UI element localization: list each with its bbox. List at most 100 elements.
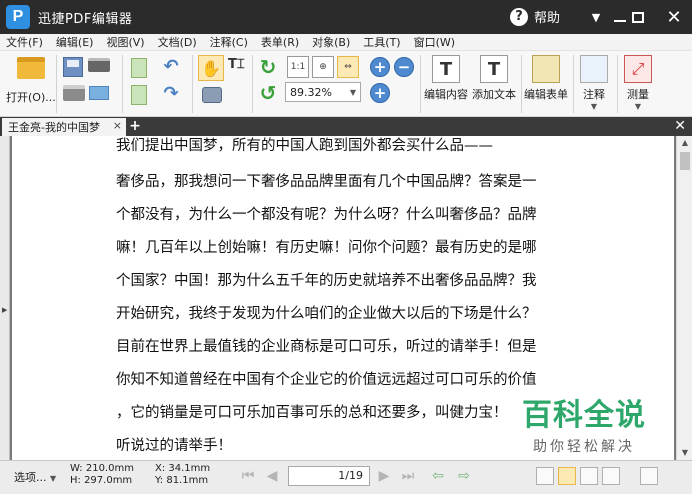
toolbar-divider	[252, 55, 253, 113]
scan-icon[interactable]	[88, 58, 110, 72]
annotate-button[interactable]: 注释 ▼	[580, 55, 608, 111]
options-select[interactable]: 选项... ▼	[14, 469, 56, 485]
continuous-facing-view-icon[interactable]	[602, 467, 620, 485]
help-icon: ?	[510, 7, 528, 26]
edit-form-button[interactable]: 编辑表单	[524, 55, 568, 102]
text-line: 目前在世界上最值钱的企业商标是可口可乐，听过的请举手！但是	[116, 339, 537, 355]
close-button[interactable]: ✕	[656, 0, 692, 34]
menu-tools[interactable]: 工具(T)	[363, 34, 400, 50]
page-number-input[interactable]: 1/19	[288, 466, 370, 486]
ruler-icon: ⤢	[624, 55, 652, 83]
zoom-value: 89.32%	[290, 85, 332, 99]
tab-document[interactable]: 王金亮-我的中国梦 ×	[2, 118, 126, 136]
menu-view[interactable]: 视图(V)	[106, 34, 144, 50]
undo-icon[interactable]: ↶	[160, 58, 182, 76]
zoom-in-icon[interactable]: +	[370, 57, 390, 77]
menu-form[interactable]: 表单(R)	[261, 34, 299, 50]
back-view-icon[interactable]: ⇦	[428, 466, 448, 486]
open-button[interactable]: 打开(O)...	[6, 57, 56, 105]
text-select-icon[interactable]: T⌶	[228, 57, 250, 79]
text-line: 个都没有，为什么一个都没有呢？为什么呀？什么叫奢侈品？品牌	[116, 207, 537, 223]
print-icon[interactable]	[63, 85, 85, 101]
open-label: 打开(O)...	[6, 91, 56, 104]
add-text-button[interactable]: T 添加文本	[472, 55, 516, 102]
help-label: 帮助	[534, 11, 561, 26]
text-line: 开始研究，我终于发现为什么咱们的企业做大以后的下场是什么？	[116, 306, 537, 322]
new-tab-icon[interactable]: +	[128, 119, 142, 134]
save-icon[interactable]	[63, 57, 83, 77]
zoom-select[interactable]: 89.32% ▼	[285, 82, 361, 102]
forward-view-icon[interactable]: ⇨	[454, 466, 474, 486]
tab-close-icon[interactable]: ×	[113, 119, 122, 132]
toolbar: 打开(O)... ↶ ↷ ✋ T⌶ ↻ ↺ 1:1 ⊕ ⇔ 89.32% ▼ +…	[0, 51, 692, 117]
title-bar: P 迅捷PDF编辑器 ? 帮助 ▼ ✕	[0, 0, 692, 34]
text-line: 听说过的请举手！	[116, 438, 232, 454]
snapshot-icon[interactable]	[202, 87, 222, 103]
rotate-clockwise-icon[interactable]: ↻	[258, 57, 278, 77]
app-title: 迅捷PDF编辑器	[38, 11, 133, 27]
last-page-icon[interactable]: ⏭	[398, 466, 418, 486]
side-panel-toggle[interactable]: ▶	[0, 136, 10, 460]
page-width: W: 210.0mm	[70, 463, 134, 474]
toolbar-divider	[617, 55, 618, 113]
facing-view-icon[interactable]	[580, 467, 598, 485]
text-line: 奢侈品，那我想问一下奢侈品品牌里面有几个中国品牌？答案是一	[116, 174, 537, 190]
watermark-brand: 百科全说	[522, 398, 646, 433]
single-page-view-icon[interactable]	[536, 467, 554, 485]
zoom-tool-icon[interactable]: +	[370, 83, 390, 103]
chevron-down-icon: ▼	[590, 102, 598, 111]
previous-page-icon[interactable]	[131, 58, 147, 78]
next-page-nav-icon[interactable]: ▶	[374, 466, 394, 486]
rotate-counterclockwise-icon[interactable]: ↺	[258, 83, 278, 103]
toolbar-divider	[56, 55, 57, 113]
maximize-icon	[632, 11, 644, 23]
chevron-down-icon: ▼	[591, 10, 601, 24]
email-icon[interactable]	[89, 86, 109, 100]
folder-icon	[16, 57, 45, 79]
hand-tool-icon[interactable]: ✋	[198, 55, 224, 81]
page-height: H: 297.0mm	[70, 475, 133, 486]
text-line: 嘛！几百年以上创始嘛！有历史嘛！问你个问题？最有历史的是哪	[116, 240, 537, 256]
scroll-thumb[interactable]	[680, 152, 690, 170]
help-button[interactable]: ? 帮助	[510, 7, 560, 26]
menu-edit[interactable]: 编辑(E)	[56, 34, 94, 50]
fit-width-icon[interactable]: ⇔	[337, 56, 359, 78]
toolbar-divider	[573, 55, 574, 113]
cursor-coordinates: X: 34.1mm Y: 81.1mm	[155, 463, 210, 487]
app-logo-icon: P	[6, 5, 30, 29]
fit-page-icon[interactable]: ⊕	[312, 56, 334, 78]
page-size-readout: W: 210.0mm H: 297.0mm	[70, 463, 134, 487]
annotation-icon	[580, 55, 608, 83]
edit-content-icon: T	[432, 55, 460, 83]
prev-page-icon[interactable]: ◀	[262, 466, 282, 486]
form-icon	[532, 55, 560, 83]
scroll-up-icon[interactable]: ▲	[677, 136, 692, 150]
actual-size-icon[interactable]: 1:1	[287, 56, 309, 78]
text-line: 你知不知道曾经在中国有个企业它的价值远远超过可口可乐的价值	[116, 372, 537, 388]
menu-document[interactable]: 文档(D)	[158, 34, 197, 50]
menu-window[interactable]: 窗口(W)	[414, 34, 455, 50]
chevron-down-icon: ▼	[349, 87, 356, 97]
toolbar-divider	[420, 55, 421, 113]
cursor-x: X: 34.1mm	[155, 463, 211, 474]
menu-comment[interactable]: 注释(C)	[210, 34, 248, 50]
continuous-view-icon[interactable]	[558, 467, 576, 485]
close-all-tabs-icon[interactable]: ✕	[674, 118, 686, 134]
status-bar: 选项... ▼ W: 210.0mm H: 297.0mm X: 34.1mm …	[0, 460, 692, 494]
text-line: 个国家？中国！那为什么五千年的历史就培养不出奢侈品品牌？我	[116, 273, 537, 289]
menu-object[interactable]: 对象(B)	[312, 34, 350, 50]
add-text-icon: T	[480, 55, 508, 83]
redo-icon[interactable]: ↷	[160, 85, 182, 103]
text-line: 我们提出中国梦，所有的中国人跑到国外都会买什么品——	[116, 138, 493, 154]
scroll-down-icon[interactable]: ▼	[677, 446, 692, 460]
maximize-button[interactable]	[620, 0, 656, 34]
next-page-icon[interactable]	[131, 85, 147, 105]
menu-file[interactable]: 文件(F)	[6, 34, 43, 50]
zoom-out-icon[interactable]: −	[394, 57, 414, 77]
measure-button[interactable]: ⤢ 测量 ▼	[624, 55, 652, 111]
first-page-icon[interactable]: ⏮	[238, 466, 258, 486]
vertical-scrollbar[interactable]: ▲ ▼	[676, 136, 692, 460]
full-screen-icon[interactable]	[640, 467, 658, 485]
chevron-down-icon: ▼	[50, 474, 57, 483]
edit-content-button[interactable]: T 编辑内容	[424, 55, 468, 102]
